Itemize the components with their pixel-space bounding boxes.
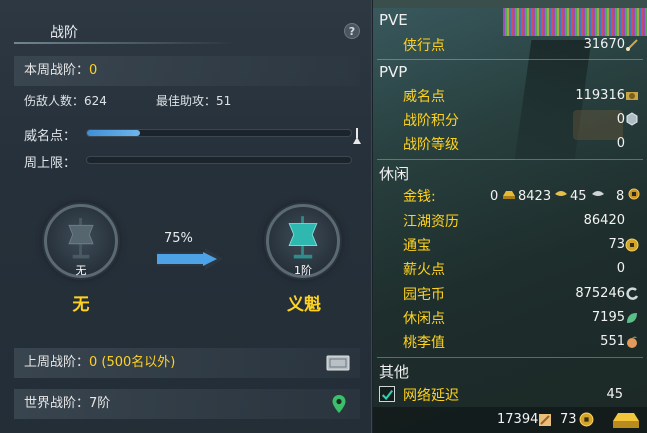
rank-panel-header: 战阶: [0, 12, 372, 48]
other-section-title: 其他: [379, 363, 410, 381]
section-divider: [377, 159, 643, 160]
top-stripe-decoration: [503, 8, 647, 36]
leisure-item-value: 86420: [583, 213, 625, 228]
pvp-item-value: 0: [616, 112, 625, 127]
pve-item-label: 侠行点: [403, 38, 445, 54]
prestige-progress-bar: [86, 129, 352, 137]
leisure-item-value: 7195: [591, 310, 625, 325]
leisure-section-title: 休闲: [379, 165, 410, 183]
money-value-liang: 8423: [518, 189, 552, 204]
leisure-item-label: 园宅币: [403, 287, 445, 303]
section-divider: [377, 357, 643, 358]
leisure-item-value: 551: [600, 334, 625, 349]
cap-marker-icon: [353, 128, 361, 144]
money-value-wen: 8: [616, 189, 625, 204]
leisure-item-value: 0: [616, 261, 625, 276]
leisure-item-label: 江湖资历: [403, 214, 459, 230]
location-pin-icon[interactable]: [331, 394, 347, 414]
currency-panel: PVE 侠行点 31670 PVP 威名点 119316 战阶积分 0 战阶等级…: [373, 0, 647, 433]
silver-ingot-icon: [592, 191, 604, 196]
world-rank-row: 世界战阶：7阶: [14, 389, 360, 419]
section-divider: [377, 59, 643, 60]
leisure-item-label: 薪火点: [403, 262, 445, 278]
pvp-item-value: 0: [616, 136, 625, 151]
prestige-progress-fill: [87, 130, 140, 136]
brush-icon: [626, 39, 638, 51]
next-rank-badge[interactable]: 1阶: [266, 204, 340, 278]
ticket-icon[interactable]: [326, 354, 350, 372]
weekly-rank-value: 0: [89, 63, 98, 78]
pvp-item-label: 战阶等级: [403, 137, 459, 153]
current-rank-small: 无: [75, 264, 87, 277]
pve-item-value: 31670: [583, 37, 625, 52]
last-rank-row: 上周战阶：0 (500名以外): [14, 348, 360, 378]
money-value-ding: 0: [490, 189, 499, 204]
network-latency-label: 网络延迟: [403, 388, 459, 404]
leisure-item-label: 桃李值: [403, 335, 445, 351]
house-coin-icon: [626, 287, 639, 300]
gold-ingot-icon[interactable]: [611, 409, 641, 431]
bottom-currency-bar: 17394 73: [373, 407, 647, 433]
assist-stat: 最佳助攻：51: [156, 94, 232, 108]
weekly-rank-label: 本周战阶：: [24, 63, 90, 78]
rank-points-icon: [626, 112, 638, 126]
background-lantern: [573, 110, 623, 140]
arrow-right-icon: [157, 248, 223, 270]
kills-stat: 伤敌人数：624: [24, 94, 107, 108]
leaf-icon: [627, 313, 637, 323]
leisure-item-value: 875246: [575, 286, 625, 301]
pvp-item-label: 战阶积分: [403, 113, 459, 129]
progress-percent: 75%: [164, 231, 193, 246]
week-cap-label: 周上限：: [24, 156, 77, 171]
last-rank-label: 上周战阶：: [24, 355, 90, 370]
pvp-item-value: 119316: [575, 88, 625, 103]
peach-icon: [627, 336, 637, 348]
help-button[interactable]: ?: [344, 23, 360, 39]
pvp-item-label: 威名点: [403, 89, 445, 105]
header-underline: [14, 42, 234, 44]
coin-icon[interactable]: [579, 412, 594, 427]
prestige-label: 威名点：: [24, 129, 77, 144]
coin-icon: [625, 238, 639, 252]
checkmark-icon: [381, 389, 394, 401]
network-latency-value: 45: [606, 387, 623, 402]
panel-title: 战阶: [50, 25, 78, 41]
money-value-qian: 45: [570, 189, 587, 204]
next-rank-name: 义魁: [287, 295, 321, 315]
gold-coin-icon: [555, 191, 567, 196]
world-rank-label: 世界战阶：7阶: [24, 396, 111, 411]
next-rank-small: 1阶: [294, 264, 312, 277]
bottom-value-1: 17394: [497, 412, 539, 427]
current-rank-badge[interactable]: 无: [44, 204, 118, 278]
gold-ingot-icon: [503, 191, 515, 199]
copper-coin-icon: [628, 188, 640, 200]
pve-section-title: PVE: [379, 11, 408, 29]
leisure-item-label: 休闲点: [403, 311, 445, 327]
top-strip: [373, 0, 647, 8]
pvp-section-title: PVP: [379, 63, 408, 81]
week-cap-progress-bar: [86, 156, 352, 164]
scroll-icon[interactable]: [537, 412, 553, 428]
bottom-value-2: 73: [560, 412, 577, 427]
current-rank-name: 无: [72, 295, 90, 315]
network-latency-checkbox[interactable]: [379, 386, 395, 402]
weekly-rank-row: 本周战阶：0: [14, 56, 360, 86]
rank-panel: 战阶 ? 本周战阶：0 伤敌人数：624 最佳助攻：51 威名点： 周上限： 无…: [0, 0, 372, 433]
leisure-item-label: 通宝: [403, 238, 431, 254]
last-rank-value: 0 (500名以外): [89, 355, 176, 370]
leisure-item-value: 73: [608, 237, 625, 252]
prestige-icon: [626, 92, 638, 100]
money-label: 金钱:: [403, 189, 436, 205]
